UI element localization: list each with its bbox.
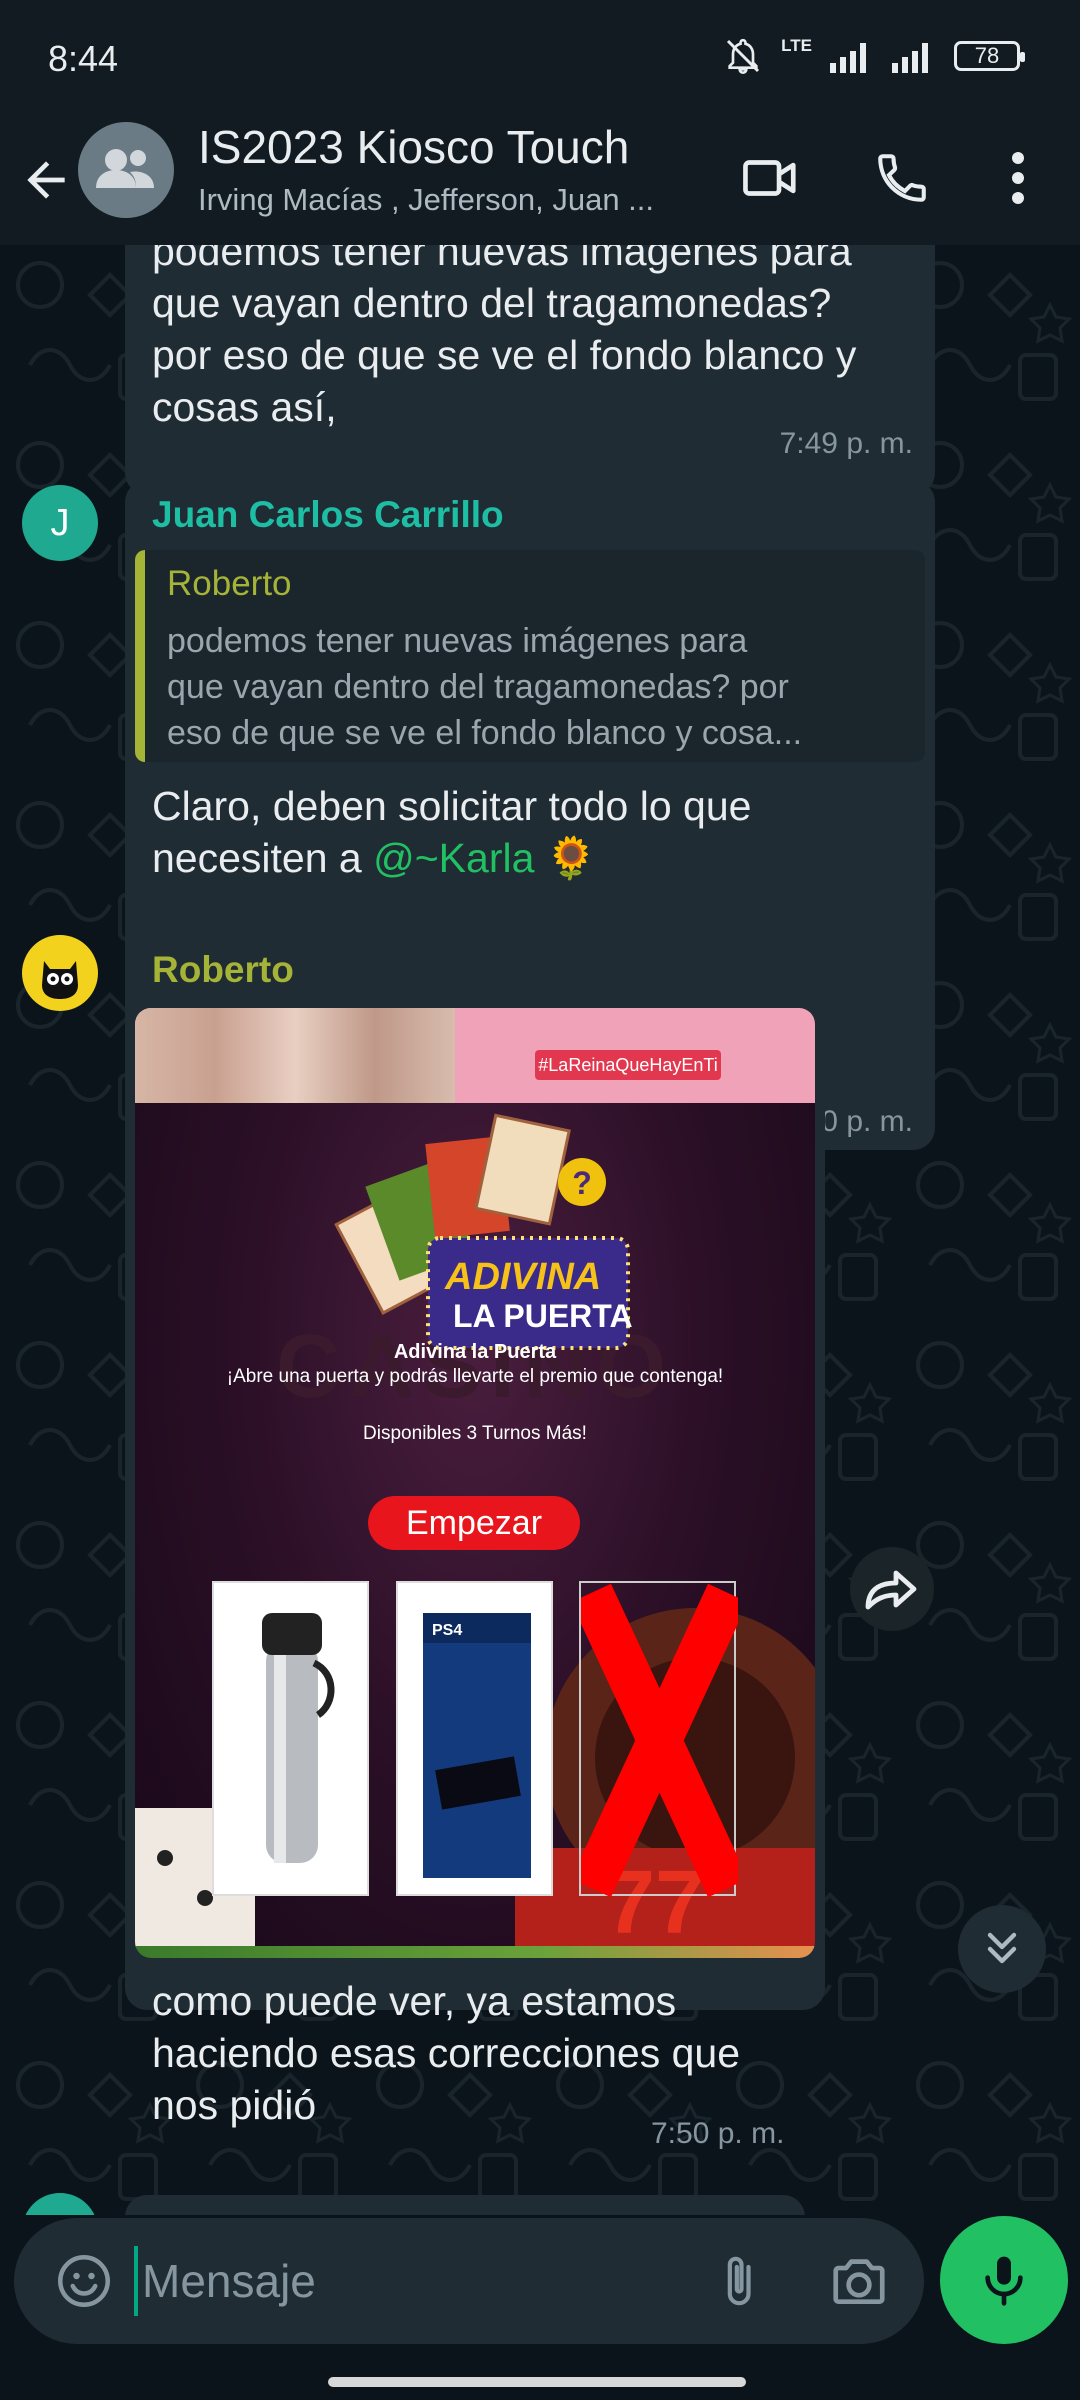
message-text: como puede ver, ya estamos haciendo esas… bbox=[152, 1975, 802, 2131]
attach-icon[interactable] bbox=[710, 2250, 766, 2312]
message-composer bbox=[14, 2218, 924, 2344]
group-avatar[interactable] bbox=[78, 122, 174, 218]
message-line: cosas así, bbox=[152, 384, 337, 430]
cat-avatar-icon bbox=[42, 961, 78, 999]
message-bubble[interactable] bbox=[125, 2195, 805, 2215]
message-image[interactable]: #LaReinaQueHayEnTi CASINO ? ADIVINA LA P… bbox=[135, 1008, 815, 1958]
message-line: que vayan dentro del tragamonedas? bbox=[152, 280, 832, 326]
banner-hashtag: #LaReinaQueHayEnTi bbox=[535, 1050, 721, 1080]
message-time: 7:49 p. m. bbox=[779, 427, 913, 460]
ps4-label: PS4 bbox=[432, 1622, 462, 1639]
sender-name[interactable]: Roberto bbox=[152, 949, 294, 991]
mention-link[interactable]: @~Karla bbox=[373, 835, 534, 881]
quote-text: podemos tener nuevas imágenes para que v… bbox=[167, 618, 915, 756]
start-button-image: Empezar bbox=[368, 1496, 580, 1550]
message-line: como puede ver, ya estamos bbox=[152, 1978, 677, 2024]
quote-line: eso de que se ve el fondo blanco y cosa.… bbox=[167, 714, 803, 752]
video-call-icon bbox=[743, 160, 796, 196]
message-line: podemos tener nuevas imágenes para bbox=[152, 245, 852, 274]
thermos-icon bbox=[262, 1613, 335, 1863]
message-text: podemos tener nuevas imágenes para que v… bbox=[152, 245, 922, 433]
message-bubble[interactable]: podemos tener nuevas imágenes para que v… bbox=[125, 245, 935, 495]
camera-icon[interactable] bbox=[828, 2250, 890, 2312]
system-navigation-bar bbox=[0, 2345, 1080, 2400]
sender-name[interactable]: Juan Carlos Carrillo bbox=[152, 494, 504, 536]
message-line: haciendo esas correcciones que bbox=[152, 2030, 741, 2076]
video-call-button[interactable] bbox=[730, 138, 810, 218]
turns-remaining: Disponibles 3 Turnos Más! bbox=[363, 1423, 587, 1444]
sunflower-emoji: 🌻 bbox=[545, 835, 597, 881]
signal-icon bbox=[830, 43, 866, 73]
home-gesture-handle[interactable] bbox=[328, 2377, 746, 2387]
game-subtitle: ¡Abre una puerta y podrás llevarte el pr… bbox=[226, 1366, 724, 1387]
banner-photos bbox=[135, 1008, 455, 1103]
red-x-icon bbox=[571, 1583, 748, 1898]
mute-icon bbox=[727, 38, 760, 75]
message-line: por eso de que se ve el fondo blanco y bbox=[152, 332, 857, 378]
avatar[interactable] bbox=[22, 935, 98, 1011]
quote-line: que vayan dentro del tragamonedas? por bbox=[167, 668, 789, 706]
mic-icon bbox=[985, 2256, 1023, 2306]
logo-title-bottom: LA PUERTA bbox=[453, 1298, 633, 1334]
more-options-button[interactable] bbox=[978, 138, 1058, 218]
voice-message-button[interactable] bbox=[940, 2216, 1068, 2344]
scroll-to-bottom-button[interactable] bbox=[958, 1905, 1046, 1993]
forward-button[interactable] bbox=[850, 1547, 934, 1631]
message-fragment: necesiten a bbox=[152, 835, 374, 881]
logo-title-top: ADIVINA bbox=[445, 1256, 602, 1298]
image-banner: #LaReinaQueHayEnTi bbox=[135, 1008, 815, 1103]
emoji-icon[interactable] bbox=[54, 2251, 114, 2311]
message-text: Claro, deben solicitar todo lo que neces… bbox=[152, 780, 922, 884]
quote-line: podemos tener nuevas imágenes para bbox=[167, 622, 748, 660]
chat-title[interactable]: IS2023 Kiosco Touch bbox=[198, 120, 629, 174]
avatar-letter: J bbox=[50, 501, 70, 544]
ps4-box-icon: PS4 bbox=[423, 1613, 531, 1878]
phone-icon bbox=[878, 154, 926, 202]
quote-bar bbox=[135, 550, 145, 762]
message-time: 7:50 p. m. bbox=[651, 2117, 785, 2150]
message-input[interactable] bbox=[134, 2246, 694, 2316]
forward-icon bbox=[865, 1570, 917, 1610]
chat-participants[interactable]: Irving Macías , Jefferson, Juan ... bbox=[198, 182, 708, 218]
group-icon bbox=[96, 149, 154, 188]
avatar[interactable]: J bbox=[22, 485, 98, 561]
back-arrow-icon bbox=[27, 161, 65, 199]
prize-thermos bbox=[212, 1581, 369, 1896]
svg-text:?: ? bbox=[572, 1165, 592, 1201]
quoted-message[interactable]: Roberto podemos tener nuevas imágenes pa… bbox=[135, 550, 925, 762]
message-line: necesiten a @~Karla 🌻 bbox=[152, 832, 922, 884]
message-line: Claro, deben solicitar todo lo que bbox=[152, 783, 752, 829]
more-vert-icon bbox=[1012, 152, 1024, 204]
game-title: Adivina la Puerta bbox=[393, 1341, 557, 1363]
chat-header: IS2023 Kiosco Touch Irving Macías , Jeff… bbox=[0, 120, 1080, 245]
quote-author: Roberto bbox=[167, 564, 292, 603]
clock: 8:44 bbox=[48, 38, 119, 79]
lte-label: LTE bbox=[781, 36, 812, 55]
status-bar: 8:44 LTE 78 bbox=[0, 0, 1080, 120]
back-button[interactable] bbox=[18, 140, 74, 220]
chat-area[interactable]: podemos tener nuevas imágenes para que v… bbox=[0, 245, 1080, 2215]
scroll-down-icon bbox=[987, 1932, 1017, 1964]
status-icons: LTE 78 bbox=[723, 36, 1025, 76]
prize-empty-door bbox=[571, 1581, 748, 1898]
voice-call-button[interactable] bbox=[862, 138, 942, 218]
battery-indicator: 78 bbox=[954, 41, 1025, 71]
signal-icon bbox=[892, 43, 928, 73]
prize-ps4: PS4 bbox=[396, 1581, 553, 1896]
image-footer-strip bbox=[135, 1946, 815, 1958]
